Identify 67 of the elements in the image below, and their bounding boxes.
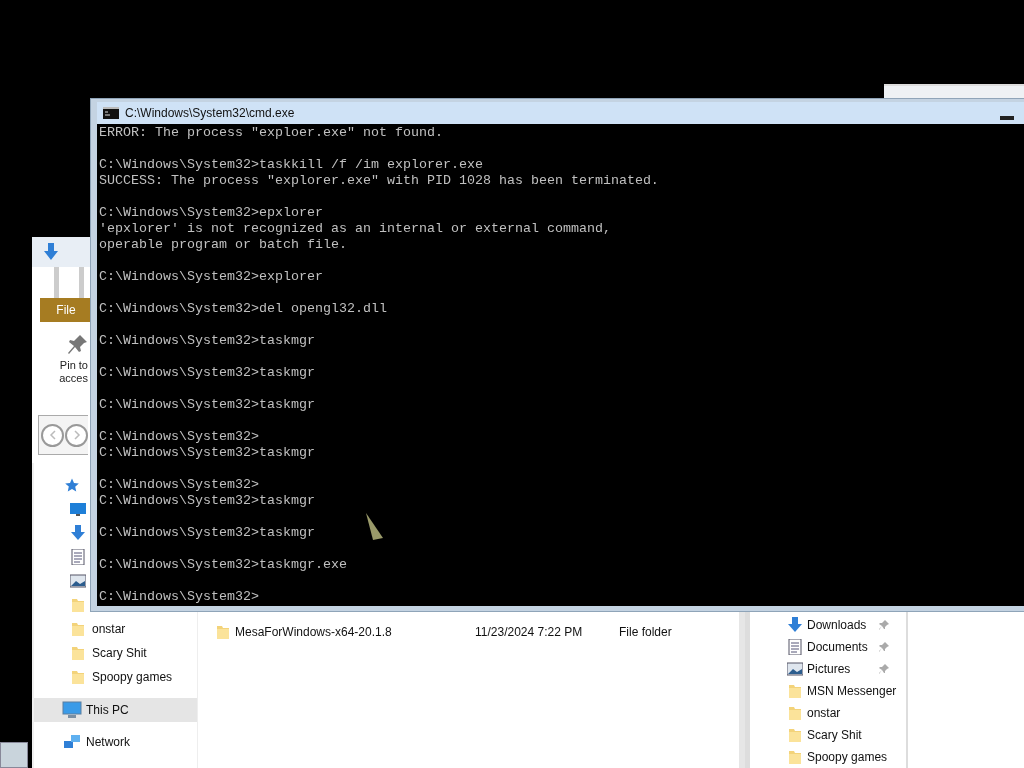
- pin-icon[interactable]: [879, 620, 889, 630]
- console-line: C:\Windows\System32>epxlorer: [99, 205, 323, 221]
- console-line: C:\Windows\System32>explorer: [99, 269, 323, 285]
- file-row[interactable]: MesaForWindows-x64-20.1.8 11/23/2024 7:22 PM File folder: [198, 622, 739, 642]
- console-line: C:\Windows\System32>: [99, 589, 259, 605]
- star-icon: [64, 477, 80, 493]
- download-arrow-icon: [70, 525, 86, 541]
- file-name: MesaForWindows-x64-20.1.8: [235, 625, 393, 639]
- folder-icon: [70, 645, 86, 661]
- monitor-icon: [70, 501, 86, 517]
- nav-item[interactable]: Spoopy games: [750, 746, 906, 768]
- console-line: C:\Windows\System32>: [99, 429, 259, 445]
- folder-icon: [70, 669, 86, 685]
- download-arrow-icon: [787, 617, 803, 633]
- chevron-left-icon: [47, 430, 58, 440]
- download-arrow-icon[interactable]: [43, 243, 59, 261]
- console-icon: [103, 107, 119, 119]
- nav-item[interactable]: Spoopy games: [34, 665, 197, 689]
- pin-icon[interactable]: [879, 664, 889, 674]
- console-line: SUCCESS: The process "explorer.exe" with PID 1028 has been terminated.: [99, 173, 659, 189]
- folder-icon: [787, 749, 803, 765]
- chevron-right-icon: [71, 430, 82, 440]
- console-line: C:\Windows\System32>taskmgr: [99, 333, 315, 349]
- back-button[interactable]: [41, 423, 64, 447]
- folder-icon: [787, 683, 803, 699]
- nav-item[interactable]: Scary Shit: [34, 641, 197, 665]
- nav-item[interactable]: Documents: [750, 636, 906, 658]
- file-date: 11/23/2024 7:22 PM: [475, 625, 584, 639]
- console-line: C:\Windows\System32>taskmgr: [99, 493, 315, 509]
- picture-icon: [787, 661, 803, 677]
- console-line: operable program or batch file.: [99, 237, 347, 253]
- document-icon: [70, 549, 86, 565]
- nav-item[interactable]: This PC: [34, 698, 197, 722]
- console-line: C:\Windows\System32>taskmgr: [99, 445, 315, 461]
- folder-icon: [70, 621, 86, 637]
- console-line: C:\Windows\System32>taskmgr.exe: [99, 557, 347, 573]
- nav-item[interactable]: Network: [34, 730, 197, 754]
- console-line: C:\Windows\System32>: [99, 477, 259, 493]
- nav-item[interactable]: onstar: [750, 702, 906, 724]
- console-line: C:\Windows\System32>taskmgr: [99, 365, 315, 381]
- pin-icon: [68, 334, 88, 356]
- folder-icon: [787, 705, 803, 721]
- picture-icon: [70, 573, 86, 589]
- console-line: C:\Windows\System32>taskmgr: [99, 525, 315, 541]
- nav-item[interactable]: onstar: [34, 617, 197, 641]
- console-line: 'epxlorer' is not recognized as an internal or external command,: [99, 221, 611, 237]
- nav-item[interactable]: Scary Shit: [750, 724, 906, 746]
- document-icon: [787, 639, 803, 655]
- pin-button[interactable]: Pin to acces: [42, 322, 88, 385]
- nav-item[interactable]: Downloads: [750, 614, 906, 636]
- window-title: C:\Windows\System32\cmd.exe: [125, 106, 296, 120]
- file-type: File folder: [619, 625, 672, 639]
- folder-icon: [70, 597, 86, 613]
- console-line: C:\Windows\System32>taskkill /f /im explorer.exe: [99, 157, 483, 173]
- folder-icon: [787, 727, 803, 743]
- file-tab[interactable]: File: [40, 298, 92, 322]
- console-line: C:\Windows\System32>taskmgr: [99, 397, 315, 413]
- computer-icon: [62, 701, 82, 719]
- folder-icon: [215, 624, 231, 640]
- nav-item[interactable]: MSN Messenger: [750, 680, 906, 702]
- console-line: C:\Windows\System32>del opengl32.dll: [99, 301, 387, 317]
- app-icon[interactable]: [0, 742, 28, 768]
- network-icon: [62, 733, 82, 751]
- pin-icon[interactable]: [879, 642, 889, 652]
- forward-button[interactable]: [65, 423, 88, 447]
- console-line: ERROR: The process "exploer.exe" not found.: [99, 125, 443, 141]
- nav-item[interactable]: Pictures: [750, 658, 906, 680]
